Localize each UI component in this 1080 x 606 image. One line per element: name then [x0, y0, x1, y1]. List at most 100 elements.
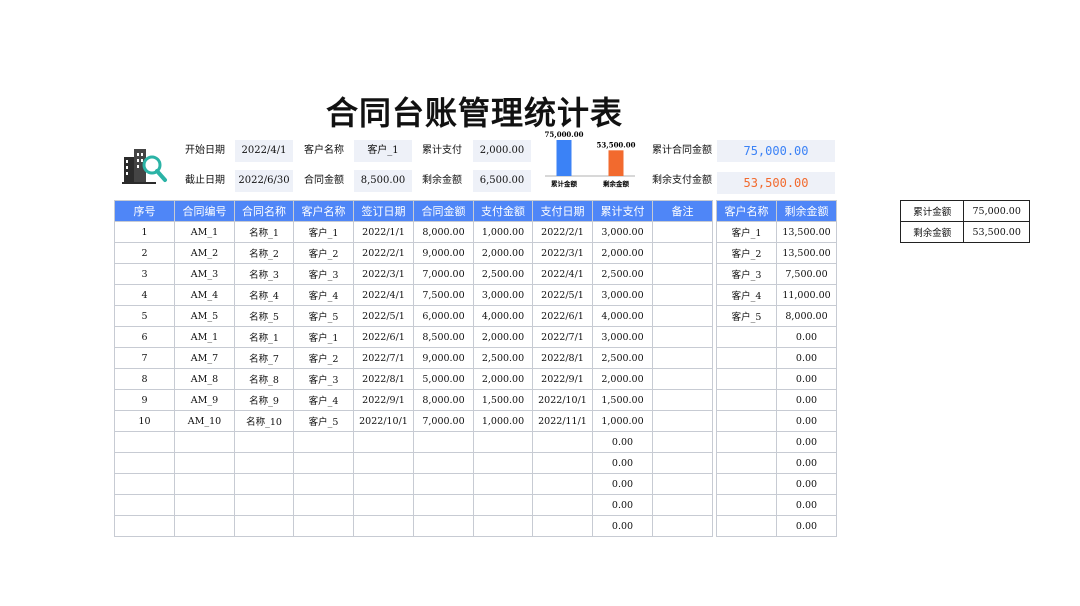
table-cell[interactable]: 客户_2 [716, 242, 777, 264]
table-cell[interactable]: 1,000.00 [592, 410, 653, 432]
table-cell[interactable]: 名称_7 [234, 347, 294, 369]
table-cell[interactable]: 2022/1/1 [353, 221, 414, 243]
table-cell[interactable]: 6 [114, 326, 175, 348]
table-cell[interactable]: 2,000.00 [473, 368, 533, 390]
table-cell[interactable]: 客户_4 [293, 389, 354, 411]
table-cell[interactable] [652, 473, 713, 495]
table-cell[interactable]: 8,000.00 [413, 221, 474, 243]
table-cell[interactable]: 7,000.00 [413, 410, 474, 432]
column-header[interactable]: 签订日期 [353, 200, 414, 222]
table-cell[interactable]: 6,000.00 [413, 305, 474, 327]
table-cell[interactable] [473, 515, 533, 537]
table-cell[interactable] [174, 494, 235, 516]
table-cell[interactable] [652, 368, 713, 390]
table-cell[interactable]: 2022/10/1 [353, 410, 414, 432]
table-cell[interactable] [114, 452, 175, 474]
table-cell[interactable]: 8 [114, 368, 175, 390]
table-cell[interactable] [716, 326, 777, 348]
table-cell[interactable]: 客户_1 [293, 326, 354, 348]
table-cell[interactable] [473, 494, 533, 516]
table-cell[interactable] [652, 515, 713, 537]
table-cell[interactable]: 10 [114, 410, 175, 432]
table-cell[interactable] [293, 515, 354, 537]
table-cell[interactable]: 名称_3 [234, 263, 294, 285]
table-cell[interactable]: 名称_5 [234, 305, 294, 327]
table-cell[interactable]: 2,500.00 [592, 263, 653, 285]
table-cell[interactable]: 7,000.00 [413, 263, 474, 285]
table-cell[interactable]: AM_1 [174, 221, 235, 243]
table-cell[interactable] [353, 494, 414, 516]
table-cell[interactable]: 1,000.00 [473, 221, 533, 243]
end-date-field[interactable]: 2022/6/30 [235, 170, 293, 192]
table-cell[interactable]: 名称_1 [234, 221, 294, 243]
table-cell[interactable] [353, 431, 414, 453]
summary-value[interactable]: 75,000.00 [963, 200, 1030, 222]
table-cell[interactable] [652, 242, 713, 264]
table-cell[interactable] [473, 452, 533, 474]
table-cell[interactable]: 2022/8/1 [532, 347, 593, 369]
table-cell[interactable]: 9,000.00 [413, 242, 474, 264]
table-cell[interactable] [652, 284, 713, 306]
table-cell[interactable] [716, 452, 777, 474]
table-cell[interactable] [652, 410, 713, 432]
table-cell[interactable] [174, 452, 235, 474]
table-cell[interactable]: 0.00 [592, 515, 653, 537]
table-cell[interactable] [716, 473, 777, 495]
table-cell[interactable] [652, 305, 713, 327]
table-cell[interactable]: 0.00 [776, 347, 837, 369]
table-cell[interactable] [652, 452, 713, 474]
table-cell[interactable]: 3,000.00 [473, 284, 533, 306]
table-cell[interactable]: AM_2 [174, 242, 235, 264]
table-cell[interactable]: 0.00 [592, 452, 653, 474]
table-cell[interactable] [234, 431, 294, 453]
table-cell[interactable]: 2022/8/1 [353, 368, 414, 390]
table-cell[interactable] [114, 473, 175, 495]
table-cell[interactable]: 9,000.00 [413, 347, 474, 369]
table-cell[interactable]: 名称_9 [234, 389, 294, 411]
table-cell[interactable] [413, 452, 474, 474]
table-cell[interactable]: 13,500.00 [776, 242, 837, 264]
table-cell[interactable] [532, 473, 593, 495]
table-cell[interactable] [353, 473, 414, 495]
column-header[interactable]: 支付日期 [532, 200, 593, 222]
table-cell[interactable]: AM_8 [174, 368, 235, 390]
table-cell[interactable]: 2022/6/1 [532, 305, 593, 327]
column-header[interactable]: 累计支付 [592, 200, 653, 222]
table-cell[interactable]: 2,000.00 [473, 326, 533, 348]
column-header[interactable]: 序号 [114, 200, 175, 222]
table-cell[interactable]: AM_3 [174, 263, 235, 285]
table-cell[interactable] [234, 452, 294, 474]
table-cell[interactable]: 客户_5 [716, 305, 777, 327]
table-cell[interactable]: 2,500.00 [592, 347, 653, 369]
table-cell[interactable] [473, 473, 533, 495]
table-cell[interactable] [174, 473, 235, 495]
table-cell[interactable]: 2022/3/1 [532, 242, 593, 264]
table-cell[interactable] [293, 494, 354, 516]
table-cell[interactable]: 1,000.00 [473, 410, 533, 432]
table-cell[interactable] [174, 431, 235, 453]
column-header[interactable]: 剩余金额 [776, 200, 837, 222]
summary-value[interactable]: 53,500.00 [963, 221, 1030, 243]
table-cell[interactable]: 13,500.00 [776, 221, 837, 243]
table-cell[interactable]: 名称_10 [234, 410, 294, 432]
table-cell[interactable]: 5 [114, 305, 175, 327]
table-cell[interactable] [652, 347, 713, 369]
table-cell[interactable]: 0.00 [776, 473, 837, 495]
table-cell[interactable]: 客户_1 [716, 221, 777, 243]
table-cell[interactable]: 0.00 [776, 494, 837, 516]
table-cell[interactable] [716, 389, 777, 411]
table-cell[interactable]: AM_4 [174, 284, 235, 306]
table-cell[interactable] [413, 431, 474, 453]
table-cell[interactable]: 2022/7/1 [532, 326, 593, 348]
table-cell[interactable] [716, 494, 777, 516]
table-cell[interactable]: 2,000.00 [592, 368, 653, 390]
table-cell[interactable]: 名称_4 [234, 284, 294, 306]
table-cell[interactable] [293, 452, 354, 474]
table-cell[interactable]: 2,000.00 [473, 242, 533, 264]
table-cell[interactable]: 11,000.00 [776, 284, 837, 306]
table-cell[interactable] [234, 494, 294, 516]
table-cell[interactable]: 0.00 [592, 494, 653, 516]
table-cell[interactable] [532, 494, 593, 516]
table-cell[interactable] [114, 494, 175, 516]
table-cell[interactable]: 2022/2/1 [532, 221, 593, 243]
